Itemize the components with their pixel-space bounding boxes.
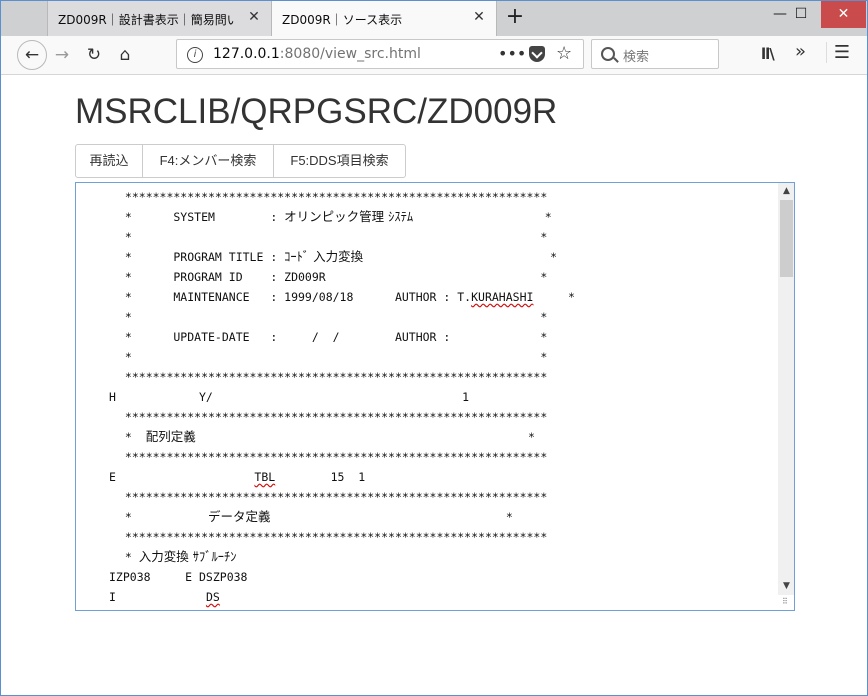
tab-source-view[interactable]: ZD009R｜ソース表示 ✕ (272, 1, 497, 36)
maximize-button[interactable]: ☐ (781, 1, 821, 28)
resize-grip-icon[interactable]: ⠿ (782, 597, 788, 606)
back-button[interactable]: ← (17, 40, 47, 70)
member-search-button[interactable]: F4:メンバー検索 (143, 144, 274, 178)
tab-title: ZD009R｜設計書表示｜簡易問い合 (58, 13, 234, 27)
close-icon[interactable]: ✕ (247, 10, 261, 24)
library-icon[interactable]: ll\ (761, 45, 775, 63)
source-text: * MAINTENANCE : 1999/08/18 AUTHOR : T. (118, 290, 472, 304)
pocket-icon[interactable] (529, 46, 545, 62)
source-text: * SYSTEM : (118, 210, 285, 224)
address-bar[interactable]: i 127.0.0.1:8080/view_src.html ••• ☆ (176, 39, 584, 69)
source-line: I DS (109, 587, 778, 607)
close-icon[interactable]: ✕ (472, 10, 486, 24)
browser-window: ZD009R｜設計書表示｜簡易問い合 ✕ ZD009R｜ソース表示 ✕ + — … (0, 0, 868, 696)
source-text: * (270, 510, 513, 524)
window-close-button[interactable]: ✕ (821, 1, 866, 28)
scroll-down-icon[interactable]: ▼ (778, 578, 794, 595)
source-text: * (118, 430, 146, 444)
source-code: ****************************************… (109, 187, 778, 607)
page-actions-icon[interactable]: ••• (498, 44, 526, 63)
new-tab-button[interactable]: + (504, 6, 526, 30)
page-content: MSRCLIB/QRPGSRC/ZD009R 再読込 F4:メンバー検索 F5:… (1, 75, 867, 695)
url-path: :8080/view_src.html (279, 46, 421, 62)
source-line: E TBL 15 1 (109, 467, 778, 487)
source-text: I (109, 590, 206, 604)
source-text: * (533, 290, 575, 304)
source-line: * PROGRAM ID : ZD009R * (118, 270, 548, 284)
url-host: 127.0.0.1 (213, 46, 280, 62)
scroll-up-icon[interactable]: ▲ (778, 183, 794, 200)
hamburger-menu-icon[interactable]: ☰ (826, 42, 857, 63)
spellcheck-word: KURAHASHI (471, 290, 534, 304)
home-button[interactable]: ⌂ (112, 42, 138, 68)
source-text: ｺｰﾄﾞ 入力変換 (284, 249, 364, 264)
search-bar[interactable]: 検索 (591, 39, 719, 69)
source-line: ****************************************… (118, 450, 548, 464)
search-icon (601, 47, 615, 61)
search-placeholder: 検索 (623, 50, 650, 65)
source-text: オリンピック管理 ｼｽﾃﾑ (284, 209, 414, 224)
tab-strip: ZD009R｜設計書表示｜簡易問い合 ✕ ZD009R｜ソース表示 ✕ + — … (1, 1, 867, 36)
source-text: 入力変換 ｻﾌﾞﾙｰﾁﾝ (138, 549, 237, 564)
source-line: * SYSTEM : オリンピック管理 ｼｽﾃﾑ * (118, 207, 778, 227)
tab-title: ZD009R｜ソース表示 (282, 13, 403, 27)
source-line: H Y/ 1 (109, 390, 470, 404)
source-text: 15 1 (275, 470, 366, 484)
overflow-menu-icon[interactable]: » (795, 41, 806, 62)
source-text: * (413, 210, 552, 224)
url-text[interactable]: 127.0.0.1:8080/view_src.html (213, 46, 421, 62)
navigation-toolbar: ← → ↻ ⌂ i 127.0.0.1:8080/view_src.html •… (1, 36, 867, 75)
source-line: ****************************************… (118, 490, 548, 504)
site-info-icon[interactable]: i (187, 47, 203, 63)
reload-source-button[interactable]: 再読込 (75, 144, 143, 178)
source-line: * MAINTENANCE : 1999/08/18 AUTHOR : T.KU… (118, 287, 778, 307)
dds-field-search-button[interactable]: F5:DDS項目検索 (274, 144, 406, 178)
source-line: * データ定義 * (118, 507, 778, 527)
source-line: * * (118, 230, 548, 244)
vertical-scrollbar[interactable]: ▲ ▼ (778, 183, 794, 595)
spellcheck-word: TBL (254, 470, 276, 484)
source-text: * PROGRAM TITLE : (118, 250, 285, 264)
bookmark-star-icon[interactable]: ☆ (556, 43, 572, 64)
source-line: * 入力変換 ｻﾌﾞﾙｰﾁﾝ (118, 547, 778, 567)
source-text: * (118, 550, 139, 564)
scroll-thumb[interactable] (780, 200, 793, 277)
source-line: * 配列定義 * (118, 427, 778, 447)
source-line: ****************************************… (118, 530, 548, 544)
source-text: * (363, 250, 558, 264)
page-title: MSRCLIB/QRPGSRC/ZD009R (75, 92, 558, 131)
source-text: データ定義 (208, 509, 271, 524)
source-text: * (195, 430, 535, 444)
source-line: * * (118, 310, 548, 324)
source-line: ****************************************… (118, 370, 548, 384)
source-text: E (109, 470, 255, 484)
tab-design-doc[interactable]: ZD009R｜設計書表示｜簡易問い合 ✕ (47, 1, 272, 36)
source-text: 配列定義 (145, 429, 196, 444)
source-line: ****************************************… (118, 190, 548, 204)
source-line: IZP038 E DSZP038 (109, 570, 248, 584)
source-line: * UPDATE-DATE : / / AUTHOR : * (118, 330, 548, 344)
source-textarea[interactable]: ****************************************… (75, 182, 795, 611)
reload-button[interactable]: ↻ (81, 42, 107, 68)
spellcheck-word: DS (205, 590, 220, 604)
source-line: ****************************************… (118, 410, 548, 424)
forward-button[interactable]: → (49, 42, 75, 68)
source-line: * * (118, 350, 548, 364)
source-line: * PROGRAM TITLE : ｺｰﾄﾞ 入力変換 * (118, 247, 778, 267)
source-text: * (118, 510, 209, 524)
